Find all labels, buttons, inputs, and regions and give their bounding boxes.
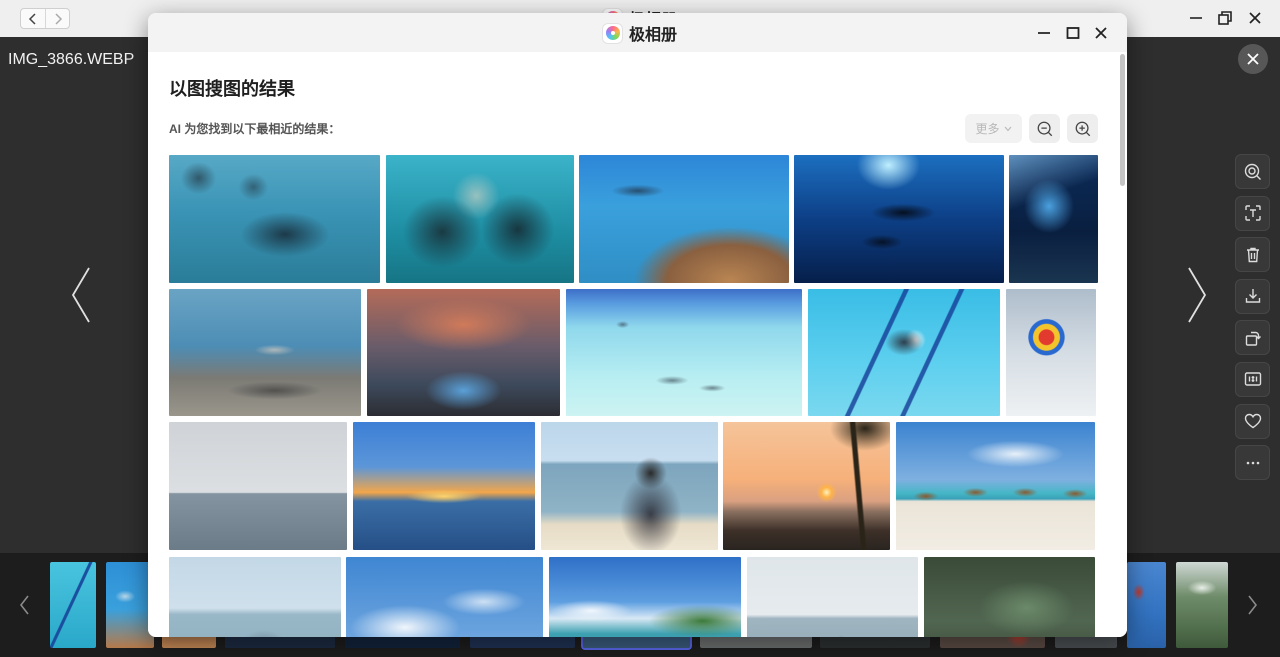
dialog-title-bar: 极相册 <box>148 13 1127 52</box>
next-image-button[interactable] <box>1182 262 1212 328</box>
chevron-right-icon <box>1248 595 1258 615</box>
side-toolbar <box>1235 154 1270 481</box>
dialog-close-button[interactable] <box>1088 20 1114 46</box>
close-window-button[interactable] <box>1240 3 1270 33</box>
result-image[interactable] <box>794 155 1004 283</box>
dialog-title: 极相册 <box>603 23 678 44</box>
result-image[interactable] <box>723 422 890 550</box>
history-nav <box>20 8 70 29</box>
zoom-in-button[interactable] <box>1067 114 1098 143</box>
previous-image-button[interactable] <box>66 262 96 328</box>
result-image[interactable] <box>169 422 347 550</box>
image-search-icon <box>1244 163 1261 180</box>
back-button[interactable] <box>21 9 45 28</box>
dialog-maximize-button[interactable] <box>1060 20 1086 46</box>
chevron-left-icon <box>71 267 90 323</box>
strip-thumbnail[interactable] <box>1127 562 1166 648</box>
chevron-right-icon <box>54 12 62 25</box>
dialog-title-text: 极相册 <box>629 27 678 44</box>
dialog-body: 以图搜图的结果 AI 为您找到以下最相近的结果： 更多 <box>148 52 1127 637</box>
result-image[interactable] <box>346 557 543 637</box>
dialog-minimize-button[interactable] <box>1031 20 1057 46</box>
close-icon <box>1095 27 1107 39</box>
result-image[interactable] <box>386 155 574 283</box>
chevron-down-icon <box>1004 126 1011 131</box>
strip-next-button[interactable] <box>1243 593 1263 617</box>
zoom-out-button[interactable] <box>1029 114 1060 143</box>
strip-thumbnail[interactable] <box>106 562 154 648</box>
result-image[interactable] <box>549 557 741 637</box>
result-image[interactable] <box>367 289 560 416</box>
strip-thumbnail[interactable] <box>1176 562 1228 648</box>
delete-button[interactable] <box>1235 237 1270 273</box>
zoom-in-icon <box>1075 121 1090 136</box>
download-icon <box>1245 289 1260 303</box>
more-label: 更多 <box>975 122 1000 136</box>
rotate-button[interactable] <box>1235 320 1270 356</box>
result-image[interactable] <box>1006 289 1096 416</box>
image-search-results-dialog: 极相册 以图搜图的结果 AI 为您找到以下最相近的结果： 更多 <box>148 13 1127 637</box>
result-image[interactable] <box>169 289 361 416</box>
chevron-left-icon <box>28 12 36 25</box>
chevron-left-icon <box>19 595 29 615</box>
close-viewer-button[interactable] <box>1238 44 1268 74</box>
app-logo-icon <box>603 23 622 43</box>
minimize-icon <box>1190 17 1202 19</box>
file-name: IMG_3866.WEBP <box>8 51 135 68</box>
result-image[interactable] <box>353 422 535 550</box>
restore-icon <box>1218 11 1232 25</box>
result-image[interactable] <box>169 155 380 283</box>
close-icon <box>1247 53 1259 65</box>
result-image[interactable] <box>896 422 1095 550</box>
restore-button[interactable] <box>1210 3 1240 33</box>
actual-size-icon <box>1244 372 1261 387</box>
chevron-right-icon <box>1188 267 1207 323</box>
result-image[interactable] <box>566 289 802 416</box>
result-image[interactable] <box>747 557 918 637</box>
scrollbar[interactable] <box>1120 54 1125 186</box>
more-dropdown-button[interactable]: 更多 <box>965 114 1022 143</box>
heart-icon <box>1244 413 1261 429</box>
text-recognition-button[interactable] <box>1235 195 1270 231</box>
result-image[interactable] <box>1009 155 1098 283</box>
result-image[interactable] <box>808 289 1000 416</box>
actual-size-button[interactable] <box>1235 361 1270 397</box>
result-image[interactable] <box>579 155 789 283</box>
close-icon <box>1249 12 1261 24</box>
download-button[interactable] <box>1235 278 1270 314</box>
forward-button[interactable] <box>45 9 69 28</box>
more-icon <box>1246 461 1259 464</box>
favorite-button[interactable] <box>1235 403 1270 439</box>
result-image[interactable] <box>924 557 1095 637</box>
rotate-icon <box>1245 331 1261 346</box>
strip-thumbnail[interactable] <box>50 562 96 648</box>
strip-previous-button[interactable] <box>14 593 34 617</box>
results-subtitle: AI 为您找到以下最相近的结果： <box>169 122 341 136</box>
page-title: 以图搜图的结果 <box>169 79 295 99</box>
trash-icon <box>1246 247 1259 262</box>
zoom-out-icon <box>1037 121 1052 136</box>
more-options-button[interactable] <box>1235 445 1270 481</box>
result-image[interactable] <box>169 557 341 637</box>
text-recognition-icon <box>1244 205 1261 221</box>
result-image[interactable] <box>541 422 718 550</box>
minimize-button[interactable] <box>1181 3 1211 33</box>
image-search-button[interactable] <box>1235 154 1270 189</box>
minimize-icon <box>1038 32 1050 34</box>
maximize-icon <box>1066 27 1080 39</box>
